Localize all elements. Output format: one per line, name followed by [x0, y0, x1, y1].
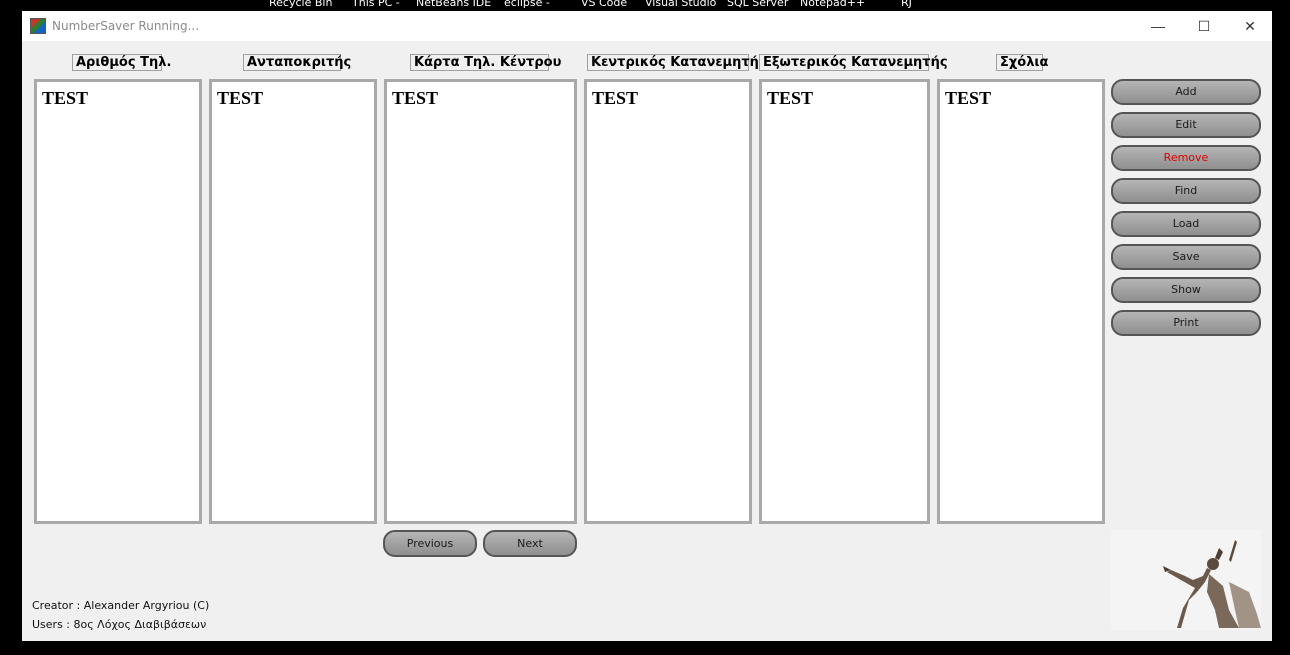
hermes-statue-image: [1111, 530, 1261, 630]
title-bar[interactable]: NumberSaver Running... — ☐ ✕: [22, 11, 1272, 41]
list-correspondent[interactable]: TEST: [209, 79, 377, 524]
desktop-label-rj[interactable]: RJ: [901, 0, 912, 9]
desktop-label-vscode[interactable]: VS Code: [581, 0, 627, 9]
load-button[interactable]: Load: [1111, 211, 1261, 237]
find-button[interactable]: Find: [1111, 178, 1261, 204]
desktop-label-recycle-bin[interactable]: Recycle Bin: [269, 0, 332, 9]
list-item[interactable]: TEST: [945, 88, 991, 109]
desktop-label-netbeans[interactable]: NetBeans IDE: [416, 0, 491, 9]
save-button[interactable]: Save: [1111, 244, 1261, 270]
list-central-distributor[interactable]: TEST: [584, 79, 752, 524]
list-item[interactable]: TEST: [42, 88, 88, 109]
desktop-label-this-pc[interactable]: This PC -: [352, 0, 400, 9]
users-text: Users : 8ος Λόχος Διαβιβάσεων: [32, 618, 207, 631]
desktop-label-sql-server[interactable]: SQL Server: [727, 0, 788, 9]
list-item[interactable]: TEST: [767, 88, 813, 109]
app-icon: [30, 18, 46, 34]
maximize-icon[interactable]: ☐: [1181, 11, 1227, 41]
minimize-icon[interactable]: —: [1135, 11, 1181, 41]
remove-button[interactable]: Remove: [1111, 145, 1261, 171]
header-switchboard-card: Κάρτα Τηλ. Κέντρου: [410, 54, 561, 71]
window-title: NumberSaver Running...: [52, 19, 200, 33]
list-phone-number[interactable]: TEST: [34, 79, 202, 524]
list-item[interactable]: TEST: [392, 88, 438, 109]
show-button[interactable]: Show: [1111, 277, 1261, 303]
next-button[interactable]: Next: [483, 530, 577, 557]
edit-button[interactable]: Edit: [1111, 112, 1261, 138]
desktop-label-notepadpp[interactable]: Notepad++: [800, 0, 865, 9]
header-central-distributor: Κεντρικός Κατανεμητής: [587, 54, 767, 71]
statue-figure-icon: [1163, 540, 1261, 628]
list-comments[interactable]: TEST: [937, 79, 1105, 524]
previous-button[interactable]: Previous: [383, 530, 477, 557]
header-correspondent: Ανταποκριτής: [243, 54, 351, 71]
creator-text: Creator : Alexander Argyriou (C): [32, 599, 210, 612]
list-external-distributor[interactable]: TEST: [759, 79, 930, 524]
print-button[interactable]: Print: [1111, 310, 1261, 336]
add-button[interactable]: Add: [1111, 79, 1261, 105]
header-external-distributor: Εξωτερικός Κατανεμητής: [759, 54, 948, 71]
app-window: NumberSaver Running... — ☐ ✕ Αριθμός Τηλ…: [22, 11, 1272, 641]
close-icon[interactable]: ✕: [1227, 11, 1273, 41]
desktop-label-eclipse[interactable]: eclipse -: [504, 0, 550, 9]
list-switchboard-card[interactable]: TEST: [384, 79, 577, 524]
header-phone-number: Αριθμός Τηλ.: [72, 54, 171, 71]
list-item[interactable]: TEST: [592, 88, 638, 109]
list-item[interactable]: TEST: [217, 88, 263, 109]
desktop-label-visual-studio[interactable]: Visual Studio: [645, 0, 716, 9]
header-comments: Σχόλια: [996, 54, 1048, 71]
